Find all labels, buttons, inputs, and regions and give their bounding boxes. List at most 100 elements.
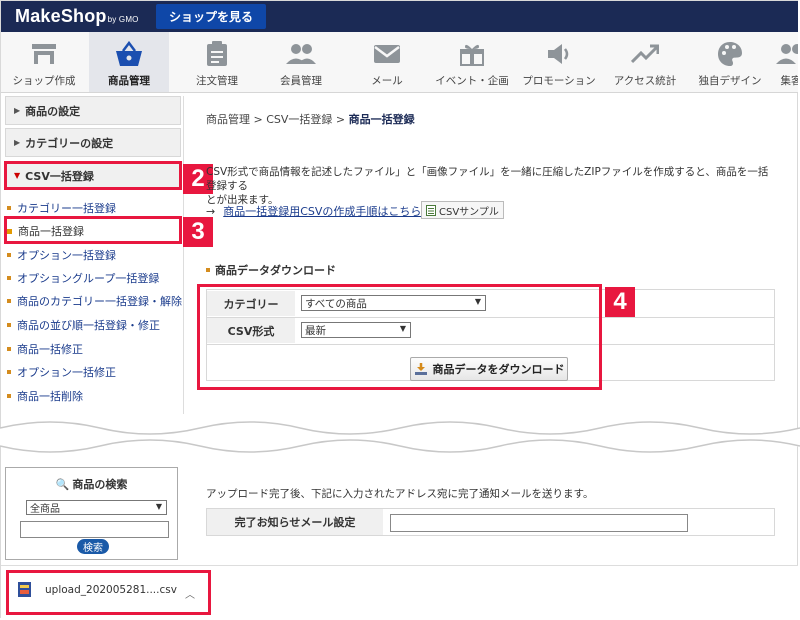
sidebar-link-label: 商品の並び順一括登録・修正 [17, 319, 160, 332]
nav-label: アクセス統計 [613, 75, 677, 87]
annotation-box-step4 [197, 284, 602, 390]
mail-icon [372, 41, 402, 67]
breadcrumb-separator: > [250, 113, 267, 126]
speaker-icon [544, 41, 574, 67]
search-title-text: 商品の検索 [72, 478, 128, 491]
completion-notice-text: アップロード完了後、下記に入力されたアドレス宛に完了通知メールを送ります。 [206, 488, 594, 500]
magnifier-icon: 🔍 [55, 478, 70, 491]
sidebar-link-option-bulk-edit[interactable]: オプション一括修正 [7, 364, 116, 380]
breadcrumb-item[interactable]: CSV一括登録 [266, 113, 332, 126]
top-bar: MakeShopby GMO ショップを見る [1, 1, 798, 32]
caret-right-icon: ▶ [14, 138, 21, 147]
search-input[interactable] [20, 521, 169, 538]
view-shop-button[interactable]: ショップを見る [156, 4, 266, 29]
cut-separator-wave [0, 421, 800, 453]
nav-item-promotion[interactable]: プロモーション [516, 32, 602, 92]
breadcrumb-item[interactable]: 商品管理 [206, 113, 250, 126]
bullet-icon [7, 394, 11, 398]
nav-item-analytics[interactable]: アクセス統計 [602, 32, 688, 92]
sidebar-link-label: 商品一括修正 [17, 343, 83, 356]
nav-item-marketing[interactable]: 集客 [771, 32, 798, 92]
sidebar-link-product-category-import[interactable]: 商品のカテゴリー一括登録・解除 [7, 293, 182, 309]
nav-item-events[interactable]: イベント・企画 [429, 32, 515, 92]
basket-icon [114, 41, 144, 67]
sidebar-link-option-import[interactable]: オプション一括登録 [7, 247, 116, 263]
sidebar-link-label: 商品のカテゴリー一括登録・解除 [17, 295, 182, 308]
nav-label: 独自デザイン [698, 75, 762, 87]
nav-item-members[interactable]: 会員管理 [258, 32, 344, 92]
sidebar-link-option-group-import[interactable]: オプショングループ一括登録 [7, 270, 159, 286]
logo-text: MakeShop [15, 6, 107, 26]
csv-sample-label: CSVサンプル [439, 206, 499, 218]
mail-address-input[interactable] [390, 514, 688, 532]
csv-guide-link-label: 商品一括登録用CSVの作成手順はこちら [223, 205, 422, 218]
trend-icon [630, 41, 660, 67]
makeshop-logo[interactable]: MakeShopby GMO [15, 6, 139, 27]
sidebar-section-label: カテゴリーの設定 [25, 136, 114, 150]
nav-item-shop[interactable]: ショップ作成 [1, 32, 87, 92]
caret-right-icon: ▶ [14, 106, 21, 115]
nav-label: プロモーション [522, 75, 596, 87]
bullet-icon [7, 276, 11, 280]
main-nav: ショップ作成 商品管理 注文管理 会員管理 メール イベント・企画 プロモーショ… [1, 32, 798, 93]
section-title-text: 商品データダウンロード [215, 264, 336, 277]
sidebar-link-label: カテゴリー一括登録 [17, 202, 116, 215]
sidebar-link-product-bulk-edit[interactable]: 商品一括修正 [7, 341, 83, 357]
search-button[interactable]: 検索 [77, 539, 109, 554]
description-line: CSV形式で商品情報を記述したファイル」と「画像ファイル」を一緒に圧縮したZIP… [206, 166, 769, 192]
bullet-icon [7, 370, 11, 374]
nav-label: メール [371, 75, 403, 87]
nav-label: 会員管理 [280, 75, 322, 87]
shop-icon [29, 41, 59, 67]
annotation-badge-step4: 4 [605, 287, 635, 317]
sidebar-link-label: 商品一括削除 [17, 390, 83, 403]
sidebar-link-label: オプション一括修正 [17, 366, 116, 379]
nav-label: 商品管理 [108, 75, 150, 87]
nav-item-design[interactable]: 独自デザイン [687, 32, 773, 92]
dropdown-arrow-icon: ▼ [155, 502, 162, 511]
sidebar-link-label: オプション一括登録 [17, 249, 116, 262]
nav-label: 集客 [780, 75, 799, 87]
bullet-icon [7, 347, 11, 351]
breadcrumb-separator: > [332, 113, 349, 126]
search-scope-value: 全商品 [30, 504, 60, 515]
bullet-icon [7, 323, 11, 327]
product-search-box: 🔍 商品の検索 全商品 ▼ 検索 [5, 467, 178, 560]
palette-icon [715, 41, 745, 67]
annotation-box-step2 [4, 161, 182, 190]
sidebar: ▶ 商品の設定 ▶ カテゴリーの設定 ▼ CSV一括登録 カテゴリー一括登録 商品一括… [1, 96, 184, 414]
nav-label: 注文管理 [196, 75, 238, 87]
sidebar-section-label: 商品の設定 [25, 104, 81, 118]
bullet-icon [7, 299, 11, 303]
gift-icon [457, 41, 487, 67]
nav-item-orders[interactable]: 注文管理 [174, 32, 260, 92]
csv-sample-button[interactable]: CSVサンプル [421, 201, 504, 219]
search-title: 🔍 商品の検索 [6, 476, 177, 492]
search-scope-select[interactable]: 全商品 ▼ [26, 500, 167, 515]
nav-item-mail[interactable]: メール [344, 32, 430, 92]
sidebar-link-product-order-import[interactable]: 商品の並び順一括登録・修正 [7, 317, 160, 333]
mail-setting-table: 完了お知らせメール設定 [206, 508, 775, 536]
annotation-badge-step3: 3 [183, 217, 213, 247]
logo-suffix: by GMO [107, 15, 139, 24]
breadcrumb: 商品管理 > CSV一括登録 > 商品一括登録 [206, 111, 415, 127]
sidebar-section-category-settings[interactable]: ▶ カテゴリーの設定 [5, 128, 181, 157]
sidebar-link-product-bulk-delete[interactable]: 商品一括削除 [7, 388, 83, 404]
breadcrumb-current: 商品一括登録 [348, 113, 415, 126]
users-icon [286, 41, 316, 67]
spreadsheet-icon [426, 204, 436, 216]
nav-item-products[interactable]: 商品管理 [89, 32, 169, 92]
annotation-box-download [6, 570, 211, 615]
annotation-box-step3 [4, 216, 182, 244]
nav-label: ショップ作成 [12, 75, 76, 87]
users-icon [776, 41, 798, 67]
bullet-icon [7, 253, 11, 257]
mail-setting-label: 完了お知らせメール設定 [207, 509, 383, 535]
sidebar-section-product-settings[interactable]: ▶ 商品の設定 [5, 96, 181, 125]
sidebar-link-category-import[interactable]: カテゴリー一括登録 [7, 200, 116, 216]
sidebar-link-label: オプショングループ一括登録 [17, 272, 160, 285]
arrow-right-icon: → [206, 205, 216, 218]
download-section-title: 商品データダウンロード [206, 262, 336, 278]
csv-guide-link[interactable]: → 商品一括登録用CSVの作成手順はこちら [206, 203, 421, 219]
nav-label: イベント・企画 [435, 75, 509, 87]
